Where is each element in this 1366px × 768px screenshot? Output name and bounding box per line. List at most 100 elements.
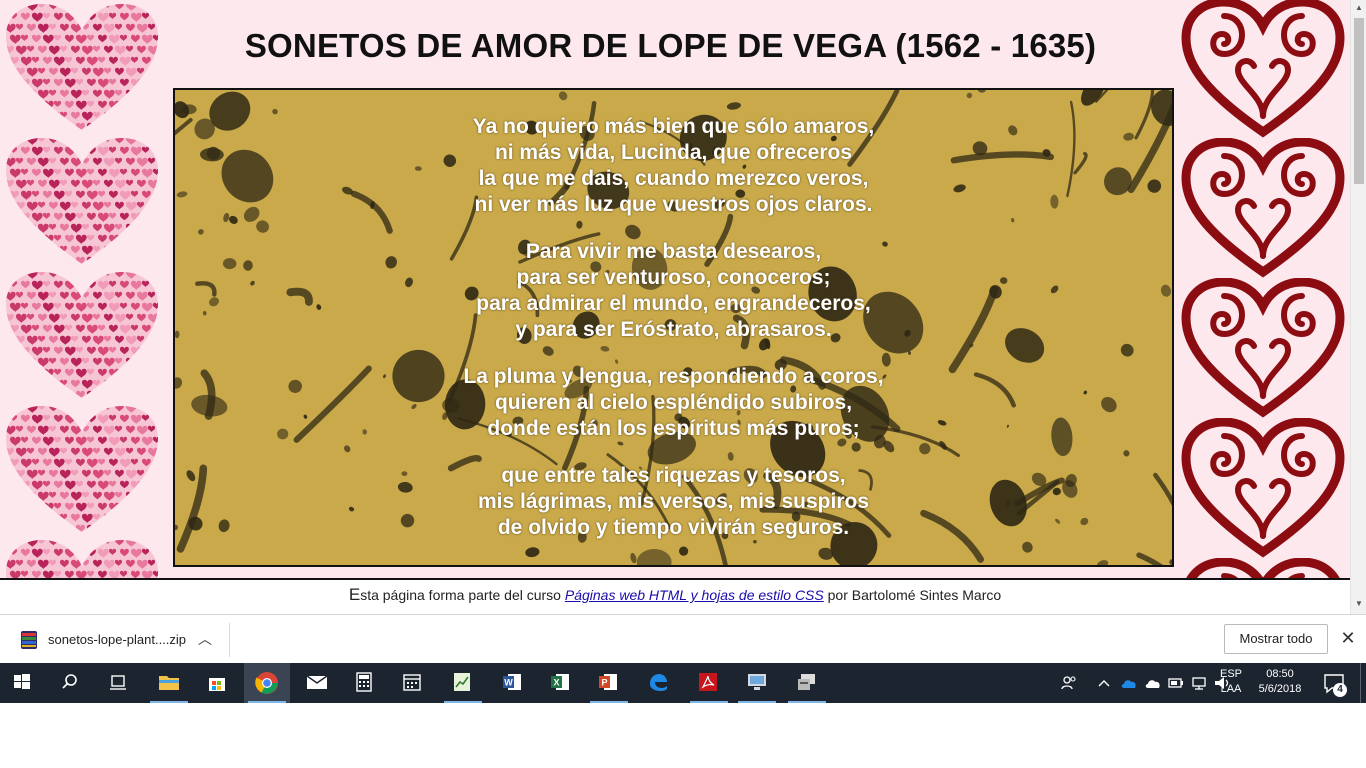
show-all-downloads-button[interactable]: Mostrar todo [1224,624,1328,654]
onedrive-icon[interactable] [1120,676,1138,690]
poem-line: Ya no quiero más bien que sólo amaros, [472,115,875,138]
poem-line: ni ver más luz que vuestros ojos claros. [474,193,873,216]
stanza: que entre tales riquezas y tesoros, mis l… [175,463,1172,541]
poem-line: mis lágrimas, mis versos, mis suspiros [477,490,870,513]
input-language[interactable]: ESP LAA [1220,667,1242,697]
svg-text:W: W [504,678,513,688]
clock-time: 08:50 [1266,668,1294,680]
acrobat-icon [699,673,717,691]
search-button[interactable] [48,663,94,703]
windows-taskbar: W X P ESP LAA 08:50 5/6/2018 4 [0,663,1366,703]
page-content: SONETOS DE AMOR DE LOPE DE VEGA (1562 - … [165,0,1176,578]
server-icon [798,674,815,690]
notification-count-badge: 4 [1333,683,1347,697]
excel-icon: X [551,674,569,690]
patterned-heart-icon [6,138,158,264]
chart-notes-icon [454,673,470,691]
system-tray [1050,663,1366,703]
people-icon[interactable] [1060,675,1078,691]
patterned-heart-icon [6,4,158,130]
browser-viewport: SONETOS DE AMOR DE LOPE DE VEGA (1562 - … [0,0,1366,614]
chrome-button[interactable] [244,663,290,703]
footer-text-before: sta página forma parte del curso [360,587,565,603]
calculator-icon [356,672,372,692]
edge-icon [650,674,667,691]
network-icon[interactable] [1190,676,1208,690]
download-bar: sonetos-lope-plant....zip ︿ Mostrar todo… [0,614,1366,663]
control-panel-button[interactable] [734,663,780,703]
download-file-name: sonetos-lope-plant....zip [48,632,187,647]
chevron-up-icon[interactable] [1097,677,1111,689]
footer-text-after: por Bartolomé Sintes Marco [823,587,1002,603]
poem-line: Para vivir me basta desearos, [525,240,822,263]
poem-line: ni más vida, Lucinda, que ofreceros [494,141,853,164]
poem-line: La pluma y lengua, respondiendo a coros, [463,365,884,388]
swirl-heart-icon [1181,278,1345,418]
store-bag-icon [209,678,225,691]
download-item[interactable]: sonetos-lope-plant....zip ︿ [8,623,230,657]
network-tool-button[interactable] [784,663,830,703]
sonnet: Ya no quiero más bien que sólo amaros, ni… [175,114,1172,562]
show-desktop-button[interactable] [1360,663,1366,703]
calendar-icon [403,674,421,691]
calendar-button[interactable] [390,663,436,703]
swirl-heart-icon [1186,558,1340,578]
keyboard-layout: LAA [1220,683,1242,695]
edge-button[interactable] [636,663,682,703]
powerpoint-button[interactable]: P [586,663,632,703]
page-title: SONETOS DE AMOR DE LOPE DE VEGA (1562 - … [244,27,1097,64]
chart-notes-button[interactable] [440,663,486,703]
swirl-heart-icon [1181,0,1345,138]
language-code: ESP [1220,668,1243,680]
word-icon: W [503,674,521,690]
search-icon [62,674,77,689]
scroll-up-arrow-icon[interactable]: ▲ [1351,0,1366,16]
blank-area [0,703,1366,768]
acrobat-button[interactable] [686,663,732,703]
calculator-button[interactable] [342,663,388,703]
page-scrollbar[interactable]: ▲ ▼ [1350,0,1366,614]
mail-button[interactable] [294,663,340,703]
poem-line: para ser venturoso, conoceros; [516,266,831,289]
swirl-heart-icon [1181,138,1345,278]
start-button[interactable] [0,663,46,703]
excel-button[interactable]: X [538,663,584,703]
poem-box: Ya no quiero más bien que sólo amaros, ni… [173,88,1174,567]
svg-text:P: P [601,678,607,688]
windows-logo-icon [14,674,30,689]
folder-icon [159,676,179,690]
close-icon[interactable]: ✕ [1338,627,1358,649]
footer-initial: E [348,585,361,604]
right-heart-strip [1176,0,1350,578]
poem-line: que entre tales riquezas y tesoros, [501,464,846,487]
poem-line: quieren al cielo espléndido subiros, [494,391,853,414]
poem-line: la que me dais, cuando merezco veros, [478,167,869,190]
scroll-down-arrow-icon[interactable]: ▼ [1351,596,1366,612]
svg-text:X: X [553,678,559,688]
word-button[interactable]: W [490,663,536,703]
battery-icon[interactable] [1167,676,1185,690]
left-heart-strip [0,0,165,578]
clock[interactable]: 08:50 5/6/2018 [1250,667,1310,697]
chevron-up-icon[interactable]: ︿ [198,629,212,649]
scroll-thumb[interactable] [1354,18,1364,184]
poem-line: para admirar el mundo, engrandeceros, [476,292,871,315]
task-view-button[interactable] [96,663,142,703]
course-link[interactable]: Páginas web HTML y hojas de estilo CSS [565,587,824,603]
patterned-heart-icon [6,272,158,398]
stanza: La pluma y lengua, respondiendo a coros,… [175,364,1172,442]
mail-icon [306,675,328,689]
poem-line: donde están los espíritus más puros; [487,417,860,440]
task-view-icon [110,675,126,690]
footer: Esta página forma parte del curso Página… [0,580,1350,614]
file-explorer-button[interactable] [146,663,192,703]
patterned-heart-icon [6,406,158,532]
patterned-heart-icon [6,540,158,578]
poem-line: de olvido y tiempo vivirán seguros. [497,516,850,539]
swirl-heart-icon [1181,418,1345,558]
chrome-icon [255,672,278,694]
zip-archive-icon [21,631,37,649]
poem-line: y para ser Eróstrato, abrasaros. [515,318,832,341]
cloud-icon[interactable] [1144,676,1162,690]
store-button[interactable] [194,663,240,703]
